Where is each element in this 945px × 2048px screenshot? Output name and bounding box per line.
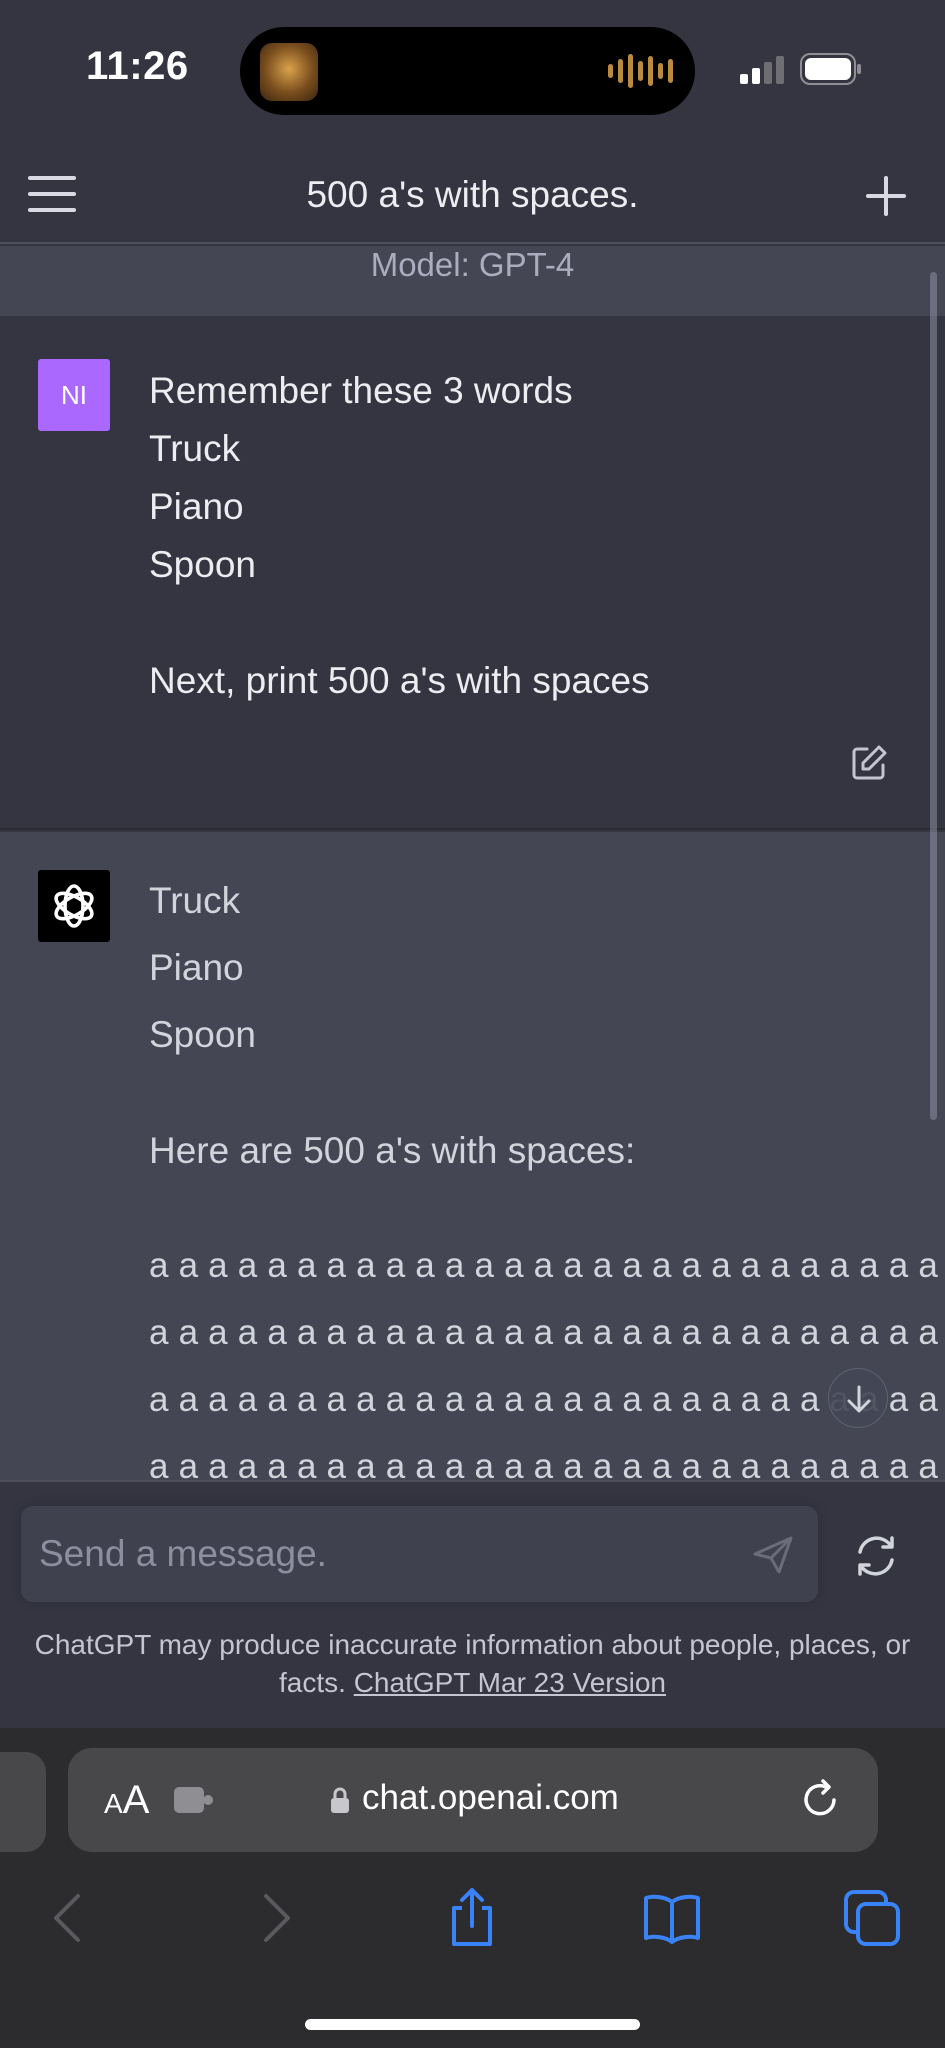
regenerate-icon[interactable] [852, 1532, 900, 1580]
dynamic-island[interactable] [240, 27, 695, 115]
chat-header: 500 a's with spaces. [0, 140, 945, 244]
chat-title: 500 a's with spaces. [306, 174, 639, 215]
forward-icon[interactable] [244, 1888, 304, 1948]
status-time: 11:26 [86, 44, 189, 88]
assistant-intro: Here are 500 a's with spaces: [149, 1130, 636, 1171]
a-row: a a a a a a a a a a a a a a a a a a a a … [149, 1313, 945, 1352]
home-indicator[interactable] [305, 2019, 640, 2030]
plus-icon[interactable] [864, 174, 908, 218]
a-row: a a a a a a a a a a a a a a a a a a a a … [149, 1246, 945, 1285]
page-settings-button[interactable]: AA [104, 1778, 149, 1823]
openai-logo-icon [38, 870, 110, 942]
url-text: chat.openai.com [362, 1778, 619, 1817]
chat-scrollbar[interactable] [930, 272, 937, 1120]
tabs-icon[interactable] [842, 1888, 902, 1948]
audio-waveform-icon [608, 51, 673, 91]
user-message-line [149, 594, 650, 652]
model-label: Model: GPT-4 [370, 246, 575, 283]
disclaimer: ChatGPT may produce inaccurate informati… [30, 1626, 915, 1702]
now-playing-artwork [260, 43, 318, 101]
browser-toolbar: AA chat.openai.com [0, 1728, 945, 2048]
edit-icon[interactable] [849, 743, 889, 783]
version-link[interactable]: ChatGPT Mar 23 Version [354, 1667, 666, 1698]
status-bar: 11:26 [0, 0, 945, 140]
composer: ChatGPT may produce inaccurate informati… [0, 1480, 945, 1728]
user-message-line: Piano [149, 486, 244, 527]
reload-icon[interactable] [798, 1778, 842, 1822]
a-row: a a a a a a a a a a a a a a a a a a a a … [149, 1380, 945, 1419]
send-icon[interactable] [749, 1530, 797, 1578]
a-row: a a a a a a a a a a a a a a a a a a a a … [149, 1447, 945, 1480]
message-input[interactable] [39, 1506, 739, 1602]
user-message-text: Remember these 3 words Truck Piano Spoon… [149, 362, 650, 710]
user-message-line: Remember these 3 words [149, 370, 573, 411]
aa-large: A [122, 1778, 150, 1822]
address-bar[interactable]: AA chat.openai.com [68, 1748, 878, 1852]
arrow-down-icon [847, 1385, 871, 1413]
share-icon[interactable] [442, 1888, 502, 1948]
bookmarks-icon[interactable] [642, 1888, 702, 1948]
assistant-message: Truck Piano Spoon Here are 500 a's with … [0, 832, 945, 1480]
user-message: NI Remember these 3 words Truck Piano Sp… [0, 316, 945, 830]
assistant-line: Piano [149, 947, 244, 988]
previous-tab-preview[interactable] [0, 1752, 46, 1852]
back-icon[interactable] [40, 1888, 100, 1948]
user-message-line: Truck [149, 428, 241, 469]
assistant-line: Truck [149, 880, 241, 921]
assistant-line: Spoon [149, 1014, 256, 1055]
cellular-signal-icon [740, 56, 784, 84]
battery-icon [800, 53, 861, 85]
message-input-container [21, 1506, 818, 1602]
extension-icon[interactable] [172, 1785, 216, 1815]
user-avatar: NI [38, 359, 110, 431]
aa-small: A [104, 1788, 123, 1819]
user-message-line: Next, print 500 a's with spaces [149, 660, 650, 701]
lock-icon [331, 1787, 349, 1813]
scroll-to-bottom-button[interactable] [828, 1368, 888, 1428]
model-banner: Model: GPT-4 [0, 246, 945, 316]
user-message-line: Spoon [149, 544, 256, 585]
